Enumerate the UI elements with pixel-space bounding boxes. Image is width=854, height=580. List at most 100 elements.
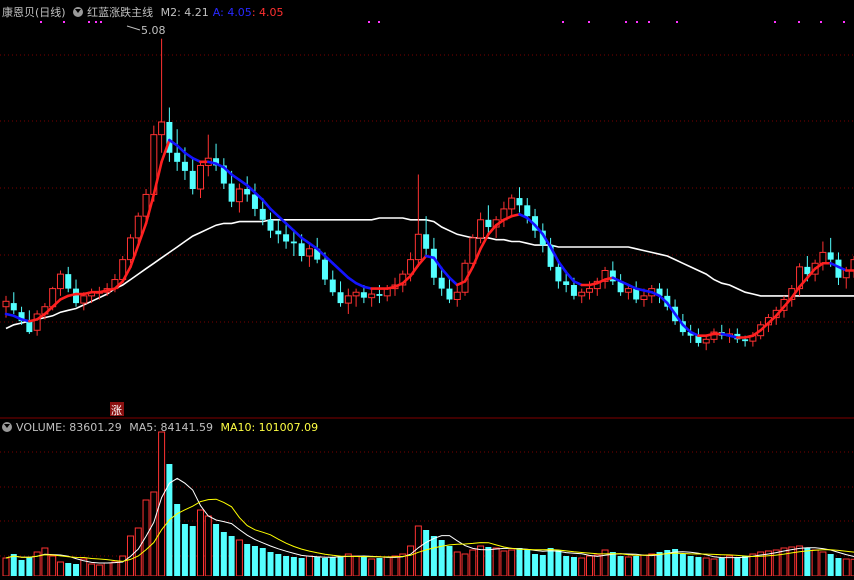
volume-bar-up [780,547,788,577]
main-line-down-segment [440,267,451,280]
volume-bar-down [555,550,562,576]
candle-body-down [438,277,445,289]
volume-bar-up [500,550,508,577]
volume-value[interactable]: VOLUME: 83601.29 [16,421,122,434]
volume-bar-down [827,554,834,576]
volume-bar-up [204,515,212,577]
signal-dot [648,21,650,23]
candle-body-up [80,295,88,304]
candle-body-up [640,295,648,300]
volume-bar-down [220,532,227,576]
candle-body-up [305,248,313,257]
candle-body-up [414,233,422,261]
candle-body-down [283,234,290,242]
main-line-down-segment [300,236,311,245]
volume-bar-down [532,554,539,576]
long-ma-path [5,217,854,330]
volume-bar-up [352,555,360,577]
volume-bar-up [119,555,127,577]
high-price-label: 5.08 [141,24,166,37]
candle-body-down [516,198,523,206]
candle-body-down [275,230,282,235]
volume-bar-up [469,549,477,577]
candle-body-down [563,281,570,285]
volume-bar-up [2,557,10,577]
volume-bar-down [539,555,546,576]
volume-bar-down [283,556,290,576]
volume-bar-down [65,563,72,576]
volume-bar-down [430,536,437,576]
signal-dot [774,21,776,23]
volume-bar-down [547,548,554,576]
volume-bar-down [314,557,321,576]
main-line-down-segment [175,144,187,155]
candle-body-down [259,208,266,220]
volume-bar-up [593,554,601,577]
m2-value: M2: 4.21 [160,6,209,19]
main-line-down-segment [339,269,350,280]
candle-body-down [804,266,811,275]
candle-body-down [10,303,17,311]
volume-bar-up [477,545,485,577]
volume-bar-up [197,509,204,577]
candle-body-up [2,300,10,308]
candle-body-down [26,321,33,333]
volume-bar-up [811,549,819,577]
main-line-down-segment [331,261,342,272]
candle-body-down [251,194,258,209]
volume-bar-down [290,557,297,576]
volume-bar-down [321,558,328,576]
signal-dot [378,21,380,23]
volume-bar-up [508,549,516,577]
volume-bar-up [134,527,142,577]
volume-bar-down [718,558,725,576]
volume-bar-up [41,547,49,577]
candle-body-up [477,219,485,239]
volume-bar-down [633,556,640,576]
candle-body-down [321,259,328,280]
candle-body-up [702,338,710,344]
high-leader-line [126,25,141,31]
volume-menu-icon[interactable] [2,422,12,432]
indicator-menu-icon[interactable] [73,7,84,17]
candle-body-down [524,205,531,217]
volume-bar-down [337,556,344,576]
candle-body-down [181,161,188,171]
signal-dot [820,21,822,23]
signal-dot [40,21,42,23]
candle-body-down [376,294,383,296]
candle-body-down [189,170,196,189]
volume-bar-up [461,553,469,577]
candle-body-up [235,188,243,203]
candle-body-up [352,291,360,297]
volume-bar-up [648,553,656,577]
main-line-down-segment [183,151,195,160]
candle-body-down [337,292,344,304]
ma5-value: MA5: 84141.59 [129,421,213,434]
volume-bar-down [73,564,80,576]
price-header: 康恩贝(日线) 红蓝涨跌主线 M2: 4.21 A: 4.05: 4.05 [2,5,288,21]
stock-name: 康恩贝(日线) [2,6,66,19]
signal-dot [95,21,97,23]
volume-bar-up [788,546,796,577]
candle-body-up [368,293,376,299]
candle-body-down [430,248,437,278]
volume-bar-down [485,547,492,576]
volume-bar-up [235,539,243,577]
candlesticks [2,38,854,351]
candle-body-down [329,279,336,293]
volume-bar-down [251,546,258,576]
a-value: A: 4.05 [212,6,252,19]
volume-bar-up [624,556,632,577]
main-line-down-segment [564,271,576,283]
signal-dot [368,21,370,23]
main-line-down-segment [261,198,272,211]
volume-bar-down [423,530,430,576]
candle-body-down [174,152,181,162]
indicator-name[interactable]: 红蓝涨跌主线 [87,6,153,19]
volume-bar-down [570,557,577,576]
volume-bar-up [710,558,718,577]
volume-bar-up [383,556,391,577]
candle-body-up [344,295,352,304]
volume-bar-down [687,556,694,576]
